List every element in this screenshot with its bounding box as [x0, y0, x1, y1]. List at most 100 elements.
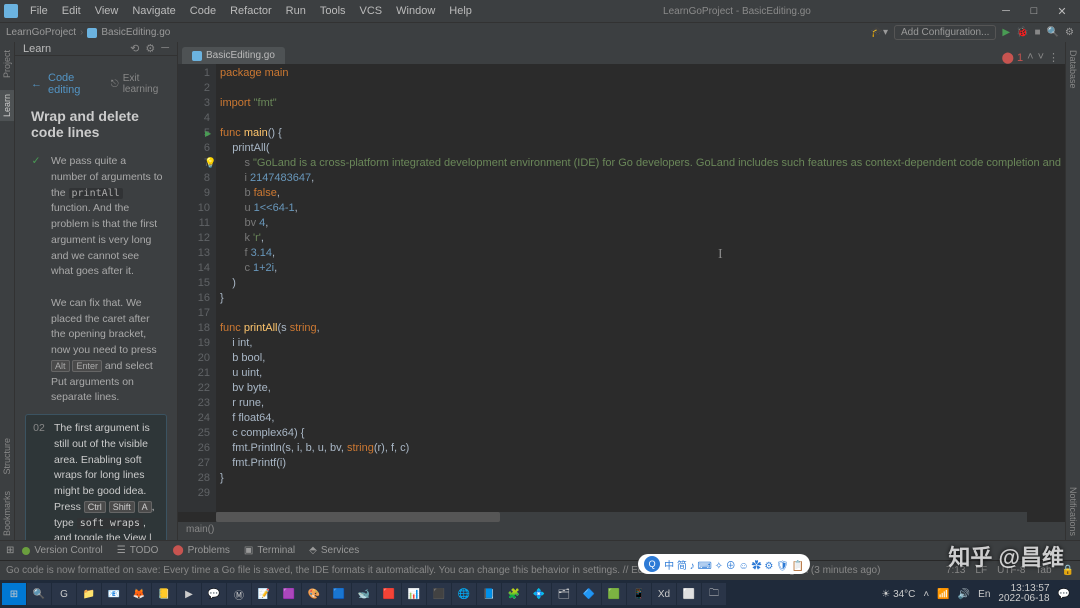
task-icon[interactable]: 💠	[527, 583, 551, 605]
terminal-tab[interactable]: ▣Terminal	[238, 543, 301, 558]
editor-tab[interactable]: BasicEditing.go	[182, 47, 285, 64]
menu-tools[interactable]: Tools	[314, 3, 352, 19]
debug-icon[interactable]: 🐞	[1016, 27, 1028, 38]
task-icon[interactable]: 🟩	[602, 583, 626, 605]
task-icon[interactable]: 📧	[102, 583, 126, 605]
menu-view[interactable]: View	[89, 3, 125, 19]
stop-icon[interactable]: ■	[1035, 27, 1041, 38]
notifications-tool-tab[interactable]: Notifications	[1066, 483, 1080, 540]
bookmarks-tool-tab[interactable]: Bookmarks	[0, 487, 14, 540]
notification-icon[interactable]: 💬	[1058, 589, 1070, 600]
more-icon[interactable]: ⋮	[1048, 51, 1059, 64]
menu-vcs[interactable]: VCS	[354, 3, 389, 19]
task-icon[interactable]: 📒	[152, 583, 176, 605]
volume-icon[interactable]: 🔊	[958, 589, 970, 600]
task-icon[interactable]: 🟥	[377, 583, 401, 605]
editor-breadcrumb[interactable]: main()	[178, 522, 1065, 540]
task-icon[interactable]: 🌐	[452, 583, 476, 605]
tw-icon[interactable]: ⊞	[6, 545, 14, 556]
task-icon[interactable]: 🧩	[502, 583, 526, 605]
menu-file[interactable]: File	[24, 3, 54, 19]
window-title: LearnGoProject - BasicEditing.go	[478, 6, 996, 17]
version-control-tab[interactable]: Version Control	[16, 543, 108, 558]
refresh-icon[interactable]: ⟲	[130, 42, 139, 55]
caret-position[interactable]: 7:13	[946, 565, 965, 576]
task-icon[interactable]: 🔷	[577, 583, 601, 605]
exit-learning-button[interactable]: ⎋Exit learning	[111, 73, 177, 95]
network-icon[interactable]: 📶	[937, 589, 949, 600]
problems-tab[interactable]: ⬤Problems	[166, 543, 235, 558]
task-icon[interactable]: 🦊	[127, 583, 151, 605]
left-tool-rail: Project Learn Structure Bookmarks	[0, 42, 15, 540]
os-taskbar: ⊞ 🔍 G 📁 📧 🦊 📒 ▶ 💬 Ⓜ 📝 🟪 🎨 🟦 🐋 🟥 📊 ⬛ 🌐 📘 …	[0, 580, 1080, 608]
task-icon[interactable]: 🎨	[302, 583, 326, 605]
task-icon[interactable]: 🗂	[552, 583, 576, 605]
menu-navigate[interactable]: Navigate	[126, 3, 181, 19]
menu-code[interactable]: Code	[184, 3, 222, 19]
code-content[interactable]: package main import "fmt" func main() { …	[216, 64, 1065, 512]
task-icon[interactable]: ⬛	[427, 583, 451, 605]
task-icon[interactable]: 📁	[77, 583, 101, 605]
indent[interactable]: Tab	[1035, 565, 1051, 576]
gear-icon[interactable]: ⚙	[1065, 27, 1074, 38]
run-icon[interactable]: ▶	[1002, 27, 1010, 38]
lesson-back-link[interactable]: Code editing	[15, 64, 111, 104]
structure-tool-tab[interactable]: Structure	[0, 434, 14, 479]
task-icon[interactable]: 🐋	[352, 583, 376, 605]
task-icon[interactable]: 💬	[202, 583, 226, 605]
task-icon[interactable]: ▶	[177, 583, 201, 605]
learn-tool-tab[interactable]: Learn	[0, 90, 14, 121]
task-icon[interactable]: 📊	[402, 583, 426, 605]
status-bar: Go code is now formatted on save: Every …	[0, 560, 1080, 580]
task-icon[interactable]: 📝	[252, 583, 276, 605]
learn-toolbar-icon[interactable]: 🎓▾	[871, 27, 888, 38]
learn-panel-title: Learn	[23, 43, 51, 55]
horizontal-scrollbar[interactable]	[216, 512, 1027, 522]
todo-tab[interactable]: ☰TODO	[111, 543, 165, 558]
menu-window[interactable]: Window	[390, 3, 441, 19]
minimize-icon[interactable]: ─	[996, 5, 1016, 18]
caret-up-icon[interactable]: ˄	[1027, 51, 1033, 64]
gear-icon[interactable]: ⚙	[145, 42, 155, 55]
code-editor[interactable]: 1234 5▶ 6 7💡 891011121314151617181920212…	[178, 64, 1065, 512]
close-icon[interactable]: ✕	[1052, 5, 1072, 18]
menu-help[interactable]: Help	[443, 3, 478, 19]
task-icon[interactable]: Ⓜ	[227, 583, 251, 605]
tray-up-icon[interactable]: ˄	[923, 589, 929, 600]
task-icon[interactable]: 🟦	[327, 583, 351, 605]
breadcrumb-project[interactable]: LearnGoProject	[6, 27, 76, 38]
bottom-tool-tabs: ⊞ Version Control ☰TODO ⬤Problems ▣Termi…	[0, 540, 1080, 560]
breadcrumb-file[interactable]: BasicEditing.go	[101, 27, 170, 38]
menu-run[interactable]: Run	[280, 3, 312, 19]
task-icon[interactable]: ⬜	[677, 583, 701, 605]
run-config-dropdown[interactable]: Add Configuration...	[894, 25, 996, 40]
bulb-icon[interactable]: 💡	[204, 156, 216, 171]
caret-down-icon[interactable]: ˅	[1038, 51, 1044, 64]
lock-icon[interactable]: 🔒	[1062, 565, 1074, 576]
start-icon[interactable]: ⊞	[2, 583, 26, 605]
project-tool-tab[interactable]: Project	[0, 46, 14, 82]
menu-edit[interactable]: Edit	[56, 3, 87, 19]
task-icon[interactable]: G	[52, 583, 76, 605]
encoding[interactable]: UTF-8	[997, 565, 1025, 576]
run-gutter-icon[interactable]: ▶	[205, 126, 211, 141]
clock[interactable]: 13:13:572022-06-18	[998, 584, 1049, 604]
task-icon[interactable]: 📘	[477, 583, 501, 605]
task-icon[interactable]: 📱	[627, 583, 651, 605]
ime-indicator[interactable]: En	[978, 589, 990, 600]
gutter[interactable]: 1234 5▶ 6 7💡 891011121314151617181920212…	[178, 64, 216, 512]
ime-toolbar[interactable]: Q 中 简 ♪ ⌨ ✧ ⊕ ☺ ✿ ⚙ 🛡 📋	[638, 554, 810, 574]
task-icon[interactable]: Xd	[652, 583, 676, 605]
database-tool-tab[interactable]: Database	[1066, 46, 1080, 93]
task-icon[interactable]: 🔍	[27, 583, 51, 605]
maximize-icon[interactable]: □	[1024, 5, 1044, 18]
hide-icon[interactable]: ─	[161, 42, 169, 55]
line-ending[interactable]: LF	[975, 565, 987, 576]
task-icon[interactable]: 🟪	[277, 583, 301, 605]
menu-refactor[interactable]: Refactor	[224, 3, 278, 19]
error-indicator[interactable]: ⬤ 1	[1002, 51, 1024, 64]
task-icon[interactable]: 🗀	[702, 583, 726, 605]
weather-widget[interactable]: ☀ 34°C	[881, 589, 915, 600]
services-tab[interactable]: ⬘Services	[303, 543, 365, 558]
search-icon[interactable]: 🔍	[1047, 27, 1059, 38]
